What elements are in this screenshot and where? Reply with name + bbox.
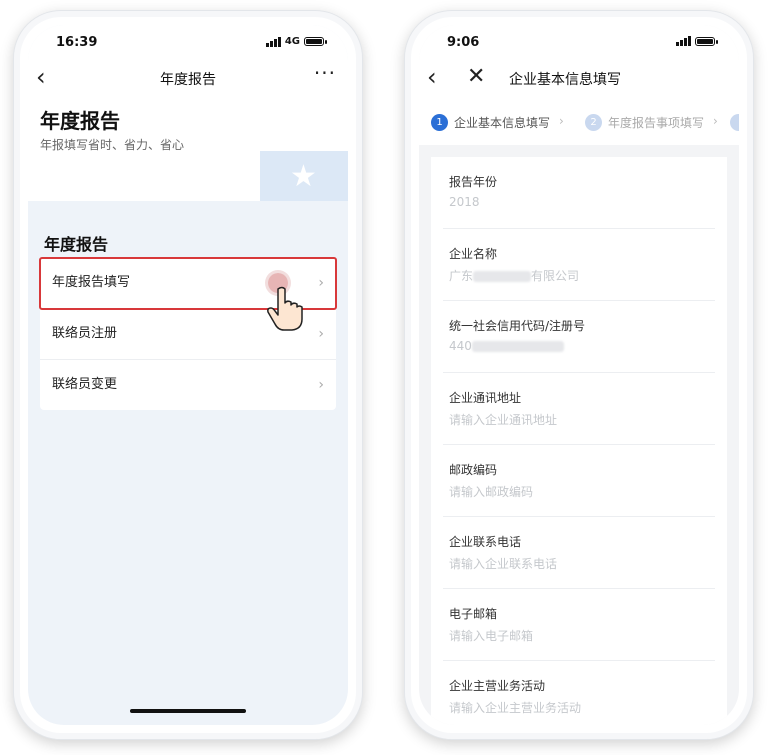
step-number: 1 — [431, 114, 448, 131]
menu-item-annual-report-fill[interactable]: 年度报告填写 › — [39, 257, 337, 331]
chevron-right-icon: › — [318, 326, 324, 342]
main-business-input[interactable]: 请输入企业主营业务活动 — [449, 699, 581, 716]
hero-banner: ★ — [260, 151, 348, 201]
hero-section: 年度报告 年报填写省时、省力、省心 ★ — [28, 99, 348, 201]
battery-icon — [304, 37, 327, 46]
field-value: 440 — [449, 339, 564, 353]
close-icon[interactable]: ✕ — [467, 63, 485, 91]
step-next-indicator — [730, 114, 739, 131]
phone-frame-annual-report: 16:39 4G ‹ 年度报告 ··· 年度报告 年报填写省时、省力、省心 ★ … — [13, 10, 363, 740]
field-value: 广东 有限公司 — [449, 267, 579, 284]
status-indicators: 4G — [265, 36, 327, 47]
company-name-suffix: 有限公司 — [531, 269, 580, 283]
section-title: 年度报告 — [44, 235, 109, 254]
step-basic-info[interactable]: 1 企业基本信息填写 — [431, 114, 550, 131]
hero-subtitle: 年报填写省时、省力、省心 — [40, 138, 185, 152]
postal-code-input[interactable]: 请输入邮政编码 — [449, 483, 533, 500]
redacted-text — [471, 341, 564, 352]
signal-icon — [265, 36, 281, 47]
nav-bar: ‹ ✕ 企业基本信息填写 — [419, 59, 739, 99]
field-main-business[interactable]: 企业主营业务活动 请输入企业主营业务活动 — [443, 661, 715, 725]
step-separator-icon: › — [559, 114, 564, 128]
network-label: 4G — [284, 36, 300, 47]
status-bar: 16:39 4G — [28, 25, 348, 59]
screen-annual-report: 16:39 4G ‹ 年度报告 ··· 年度报告 年报填写省时、省力、省心 ★ … — [28, 25, 348, 725]
field-label: 电子邮箱 — [449, 607, 498, 621]
step-annual-items[interactable]: 2 年度报告事项填写 — [585, 114, 704, 131]
field-label: 企业主营业务活动 — [449, 679, 546, 693]
step-number: 2 — [585, 114, 602, 131]
menu-item-liaison-register[interactable]: 联络员注册 › — [40, 309, 336, 360]
field-value: 2018 — [449, 195, 480, 209]
credit-code-prefix: 440 — [449, 339, 472, 353]
phone-input[interactable]: 请输入企业联系电话 — [449, 555, 557, 572]
field-label: 企业联系电话 — [449, 535, 522, 549]
menu-item-label: 联络员变更 — [52, 377, 118, 392]
field-postal-code[interactable]: 邮政编码 请输入邮政编码 — [443, 445, 715, 517]
phone-frame-basic-info: 9:06 ‹ ✕ 企业基本信息填写 1 企业基本信息填写 › 2 年度报告事项填… — [404, 10, 754, 740]
page-title: 年度报告 — [160, 72, 216, 88]
battery-icon — [695, 36, 718, 46]
chevron-right-icon: › — [318, 377, 324, 393]
field-label: 报告年份 — [449, 175, 498, 189]
field-label: 统一社会信用代码/注册号 — [449, 319, 586, 333]
menu-item-liaison-change[interactable]: 联络员变更 › — [40, 360, 336, 410]
hero-title: 年度报告 — [40, 109, 120, 133]
back-icon[interactable]: ‹ — [427, 63, 437, 91]
status-time: 16:39 — [56, 35, 98, 50]
home-indicator[interactable] — [130, 709, 246, 713]
field-label: 企业名称 — [449, 247, 498, 261]
nav-bar: ‹ 年度报告 ··· — [28, 59, 348, 99]
redacted-text — [473, 271, 532, 282]
field-label: 企业通讯地址 — [449, 391, 522, 405]
screen-basic-info: 9:06 ‹ ✕ 企业基本信息填写 1 企业基本信息填写 › 2 年度报告事项填… — [419, 25, 739, 725]
menu-item-label: 年度报告填写 — [52, 275, 131, 290]
field-email[interactable]: 电子邮箱 请输入电子邮箱 — [443, 589, 715, 661]
field-phone[interactable]: 企业联系电话 请输入企业联系电话 — [443, 517, 715, 589]
field-credit-code[interactable]: 统一社会信用代码/注册号 440 — [443, 301, 715, 373]
email-input[interactable]: 请输入电子邮箱 — [449, 627, 533, 644]
status-indicators — [676, 36, 718, 46]
step-label: 年度报告事项填写 — [608, 116, 705, 130]
more-icon[interactable]: ··· — [314, 61, 336, 85]
page-title: 企业基本信息填写 — [509, 72, 621, 88]
field-address[interactable]: 企业通讯地址 请输入企业通讯地址 — [443, 373, 715, 445]
chevron-right-icon: › — [318, 275, 324, 291]
star-icon: ★ — [290, 159, 317, 194]
field-company-name[interactable]: 企业名称 广东 有限公司 — [443, 229, 715, 301]
step-separator-icon: › — [713, 114, 718, 128]
menu-item-label: 联络员注册 — [52, 326, 118, 341]
company-name-prefix: 广东 — [449, 269, 474, 283]
step-label: 企业基本信息填写 — [454, 116, 551, 130]
status-time: 9:06 — [447, 35, 480, 50]
signal-icon — [676, 36, 691, 46]
address-input[interactable]: 请输入企业通讯地址 — [449, 411, 557, 428]
step-progress: 1 企业基本信息填写 › 2 年度报告事项填写 › — [419, 99, 739, 145]
basic-info-form: 报告年份 2018 企业名称 广东 有限公司 统一社会信用代码/注册号 440 企… — [431, 157, 727, 725]
annual-report-menu: 年度报告填写 › 联络员注册 › 联络员变更 › — [39, 257, 337, 410]
field-label: 邮政编码 — [449, 463, 498, 477]
field-report-year[interactable]: 报告年份 2018 — [443, 157, 715, 229]
status-bar: 9:06 — [419, 25, 739, 59]
